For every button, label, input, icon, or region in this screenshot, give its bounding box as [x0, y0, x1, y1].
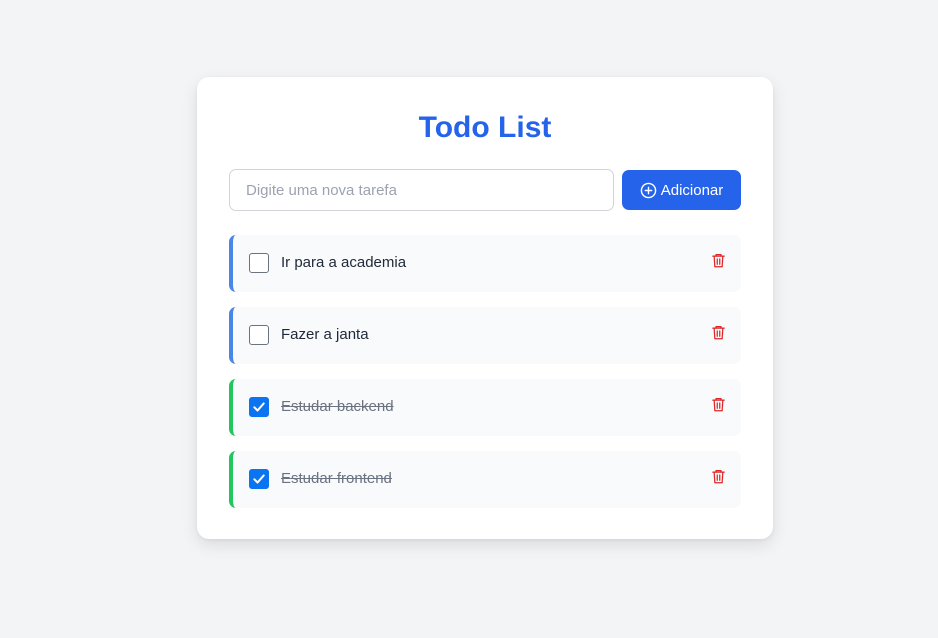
- add-button-label: Adicionar: [660, 181, 724, 199]
- delete-button[interactable]: [709, 469, 727, 489]
- todo-checkbox[interactable]: [249, 325, 269, 345]
- trash-icon: [711, 252, 726, 274]
- todo-list: Ir para a academia Fazer a janta Estudar…: [229, 235, 741, 523]
- todo-item: Estudar backend: [229, 379, 741, 436]
- page-title: Todo List: [418, 111, 552, 144]
- plus-circle-icon: [640, 182, 657, 199]
- add-button[interactable]: Adicionar: [622, 170, 741, 210]
- trash-icon: [711, 468, 726, 490]
- todo-checkbox[interactable]: [249, 397, 269, 417]
- delete-button[interactable]: [709, 325, 727, 345]
- todo-checkbox[interactable]: [249, 469, 269, 489]
- delete-button[interactable]: [709, 397, 727, 417]
- todo-text: Ir para a academia: [281, 254, 407, 271]
- trash-icon: [711, 396, 726, 418]
- delete-button[interactable]: [709, 253, 727, 273]
- todo-item: Ir para a academia: [229, 235, 741, 292]
- todo-item: Fazer a janta: [229, 307, 741, 364]
- trash-icon: [711, 324, 726, 346]
- todo-checkbox[interactable]: [249, 253, 269, 273]
- todo-text: Fazer a janta: [281, 326, 369, 343]
- todo-text: Estudar backend: [281, 398, 394, 415]
- new-task-input[interactable]: [229, 169, 614, 211]
- todo-card: Todo List Adicionar Ir para a academia: [197, 77, 773, 539]
- add-task-form: Adicionar: [229, 169, 741, 211]
- todo-item: Estudar frontend: [229, 451, 741, 508]
- todo-text: Estudar frontend: [281, 470, 392, 487]
